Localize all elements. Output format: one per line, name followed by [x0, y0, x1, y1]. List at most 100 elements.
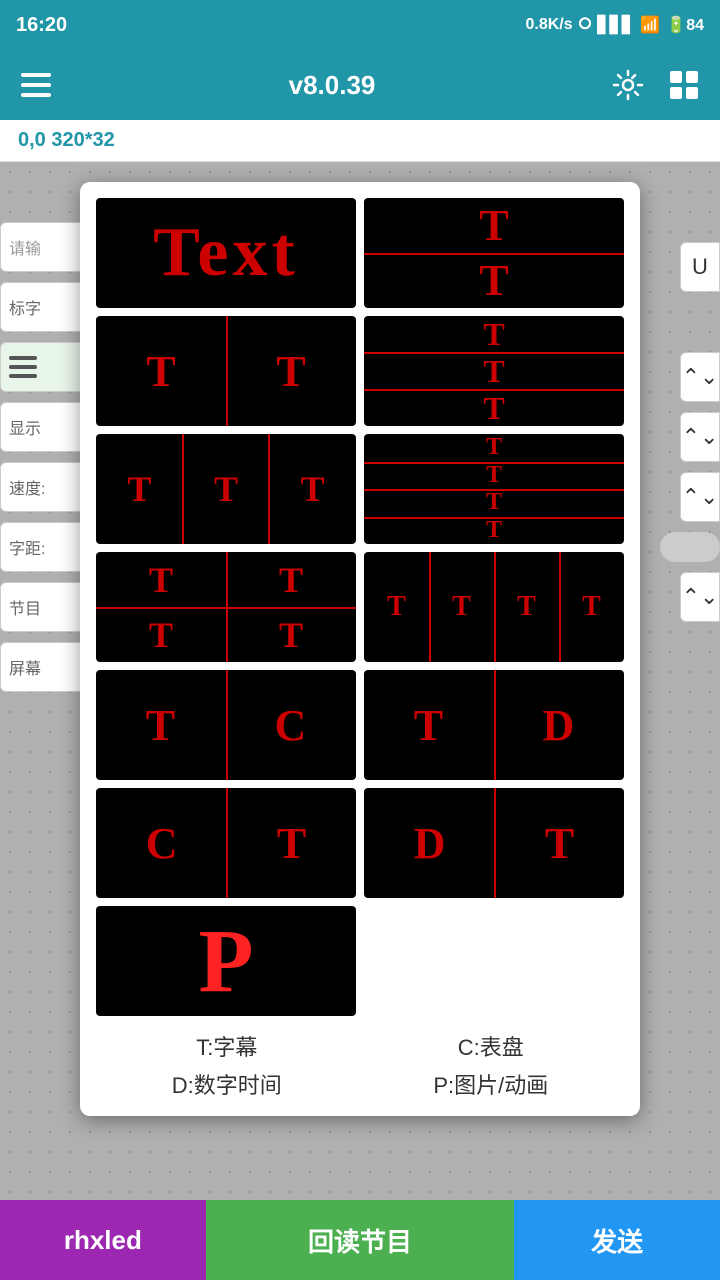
status-bar: 16:20 0.8K/s ⭘ ▋▋▋ 📶 🔋84	[0, 0, 720, 50]
cell-2-content: T T	[364, 198, 624, 308]
vline-8	[226, 670, 228, 780]
bottom-bar: rhxled 回读节目 发送	[0, 1200, 720, 1280]
right-btn-3: ⌃⌄	[680, 412, 720, 462]
grid-icon[interactable]	[666, 67, 702, 103]
legend-d: D:数字时间	[172, 1068, 282, 1100]
status-speed: 0.8K/s	[525, 16, 572, 34]
bluetooth-icon: ⭘	[579, 16, 592, 34]
input-stub-8: 屏幕	[0, 642, 90, 692]
cell-t4: T	[276, 346, 305, 397]
cell-t2: T	[479, 255, 508, 306]
status-time: 16:20	[16, 14, 67, 37]
cell-text-label: Text	[153, 213, 299, 293]
cell-c2: C	[146, 818, 178, 869]
signal-icon: ▋▋▋	[597, 15, 634, 35]
app-bar: v8.0.39	[0, 50, 720, 120]
toggle-stub	[660, 532, 720, 562]
btn-rhxled[interactable]: rhxled	[0, 1200, 206, 1280]
right-btn-2: ⌃⌄	[680, 352, 720, 402]
input-stub-1: 请输	[0, 222, 90, 272]
left-inputs: 请输 标字 显示 速度: 字距: 节目 屏幕	[0, 222, 90, 702]
vline-7	[559, 552, 561, 662]
layout-cell-3col-1row[interactable]: T T T	[96, 434, 356, 544]
cell-t3: T	[146, 346, 175, 397]
vline-1	[226, 316, 228, 426]
cell-t1: T	[479, 200, 508, 251]
cell-t19: T	[387, 591, 406, 623]
cell-c1: C	[274, 700, 306, 751]
cell-6-content: T T T T	[364, 434, 624, 544]
right-btn-5: ⌃⌄	[680, 572, 720, 622]
main-background: 请输 标字 显示 速度: 字距: 节目 屏幕 U ⌃⌄ ⌃⌄ ⌃⌄ ⌃⌄ Tex…	[0, 162, 720, 1200]
cell-t15: T	[149, 559, 173, 601]
input-stub-2: 标字	[0, 282, 90, 332]
menu-icon[interactable]	[18, 67, 54, 103]
cell-t14: T	[486, 517, 502, 544]
legend-t: T:字幕	[196, 1030, 257, 1062]
vline-10	[226, 788, 228, 898]
layout-cell-4col-1row[interactable]: T T T T	[364, 552, 624, 662]
vline-11	[494, 788, 496, 898]
layout-cell-ct[interactable]: C T	[96, 788, 356, 898]
cell-p: P	[199, 910, 254, 1013]
cell-t6: T	[483, 353, 504, 390]
vline-2	[182, 434, 184, 544]
cell-t5: T	[483, 316, 504, 353]
cell-t10: T	[301, 468, 325, 510]
layout-cell-p[interactable]: P	[96, 906, 356, 1016]
input-stub-3	[0, 342, 90, 392]
input-stub-5: 速度:	[0, 462, 90, 512]
cell-d2: D	[414, 818, 446, 869]
layout-cell-1col-2row[interactable]: T T	[364, 198, 624, 308]
vline-9	[494, 670, 496, 780]
cell-5-content: T T T	[96, 434, 356, 544]
layout-cell-1col-4row[interactable]: T T T T	[364, 434, 624, 544]
cell-t25: T	[277, 818, 306, 869]
right-stubs: U ⌃⌄ ⌃⌄ ⌃⌄ ⌃⌄	[680, 242, 720, 632]
app-version: v8.0.39	[289, 70, 376, 101]
btn-read-program[interactable]: 回读节目	[206, 1200, 515, 1280]
legend-c: C:表盘	[458, 1030, 524, 1062]
legend-col-1: T:字幕 D:数字时间	[172, 1030, 282, 1100]
btn-send[interactable]: 发送	[514, 1200, 720, 1280]
cell-t16: T	[279, 559, 303, 601]
cell-4-content: T T T	[364, 316, 624, 426]
battery-icon: 🔋84	[666, 15, 704, 35]
vline-6	[494, 552, 496, 662]
vline-4	[226, 552, 228, 662]
settings-icon[interactable]	[610, 67, 646, 103]
layout-cell-2col-1row[interactable]: T T	[96, 316, 356, 426]
cell-t20: T	[452, 591, 471, 623]
input-stub-4: 显示	[0, 402, 90, 452]
input-stub-7: 节目	[0, 582, 90, 632]
cell-t9: T	[214, 468, 238, 510]
coord-bar: 0,0 320*32	[0, 120, 720, 162]
coord-text: 0,0 320*32	[18, 129, 115, 152]
cell-t22: T	[582, 591, 601, 623]
layout-cell-dt[interactable]: D T	[364, 788, 624, 898]
cell-t7: T	[483, 390, 504, 426]
layout-cell-td[interactable]: T D	[364, 670, 624, 780]
wifi-icon: 📶	[640, 15, 660, 35]
input-stub-6: 字距:	[0, 522, 90, 572]
layout-cell-1col-3row[interactable]: T T T	[364, 316, 624, 426]
layout-cell-tc[interactable]: T C	[96, 670, 356, 780]
status-right: 0.8K/s ⭘ ▋▋▋ 📶 🔋84	[525, 15, 704, 35]
cell-t18: T	[279, 614, 303, 656]
layout-cell-2x2[interactable]: T T T T	[96, 552, 356, 662]
legend-p: P:图片/动画	[433, 1068, 548, 1100]
cell-t12: T	[486, 462, 502, 489]
cell-t21: T	[517, 591, 536, 623]
legend: T:字幕 D:数字时间 C:表盘 P:图片/动画	[96, 1030, 624, 1100]
cell-t11: T	[486, 434, 502, 461]
cell-t26: T	[545, 818, 574, 869]
legend-col-2: C:表盘 P:图片/动画	[433, 1030, 548, 1100]
layout-cell-text[interactable]: Text	[96, 198, 356, 308]
cell-d1: D	[542, 700, 574, 751]
layout-grid: Text T T T T T	[96, 198, 624, 1016]
right-btn-1: U	[680, 242, 720, 292]
cell-t17: T	[149, 614, 173, 656]
right-btn-4: ⌃⌄	[680, 472, 720, 522]
cell-t24: T	[414, 700, 443, 751]
cell-t23: T	[146, 700, 175, 751]
